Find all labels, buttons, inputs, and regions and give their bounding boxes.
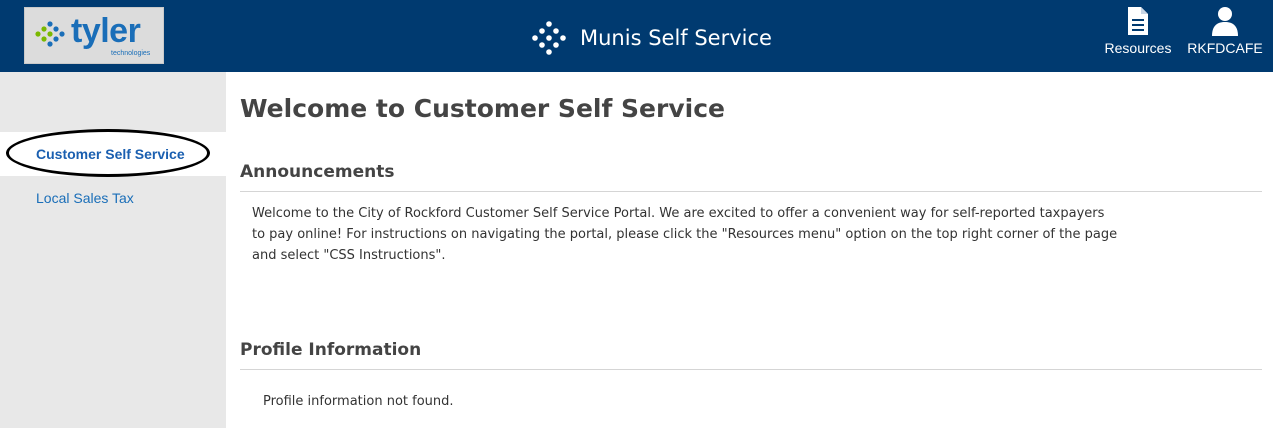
announcements-heading: Announcements — [240, 162, 1262, 192]
sidebar: Customer Self Service Local Sales Tax — [0, 72, 226, 428]
munis-logo-icon — [532, 21, 566, 55]
main-content: Welcome to Customer Self Service Announc… — [226, 72, 1273, 428]
sidebar-header — [0, 72, 226, 132]
announcement-text: Welcome to the City of Rockford Customer… — [252, 203, 1252, 266]
page-title: Welcome to Customer Self Service — [240, 94, 725, 123]
announcement-line: Welcome to the City of Rockford Customer… — [252, 206, 1105, 221]
profile-information-heading: Profile Information — [240, 340, 1262, 370]
logo-wordmark: tyler — [71, 12, 141, 50]
username-label: RKFDCAFE — [1187, 40, 1263, 56]
tyler-logo[interactable]: tyler technologies — [24, 7, 164, 64]
tyler-logo-mark-icon — [35, 21, 65, 47]
top-nav-bar: tyler technologies Munis Self Service Re… — [0, 0, 1273, 72]
logo-subtext: technologies — [111, 50, 151, 57]
announcement-line: to pay online! For instructions on navig… — [252, 227, 1118, 242]
sidebar-item-local-sales-tax[interactable]: Local Sales Tax — [0, 176, 226, 220]
resources-menu-button[interactable]: Resources — [1100, 6, 1176, 68]
app-title-group: Munis Self Service — [530, 18, 772, 58]
announcement-line: and select "CSS Instructions". — [252, 248, 446, 263]
app-title: Munis Self Service — [580, 26, 772, 50]
sidebar-filler — [0, 220, 226, 428]
profile-message: Profile information not found. — [263, 394, 454, 409]
user-icon — [1212, 7, 1238, 36]
document-icon — [1128, 7, 1148, 35]
sidebar-item-customer-self-service[interactable]: Customer Self Service — [0, 132, 226, 176]
resources-label: Resources — [1104, 40, 1172, 56]
user-menu-button[interactable]: RKFDCAFE — [1180, 6, 1270, 68]
